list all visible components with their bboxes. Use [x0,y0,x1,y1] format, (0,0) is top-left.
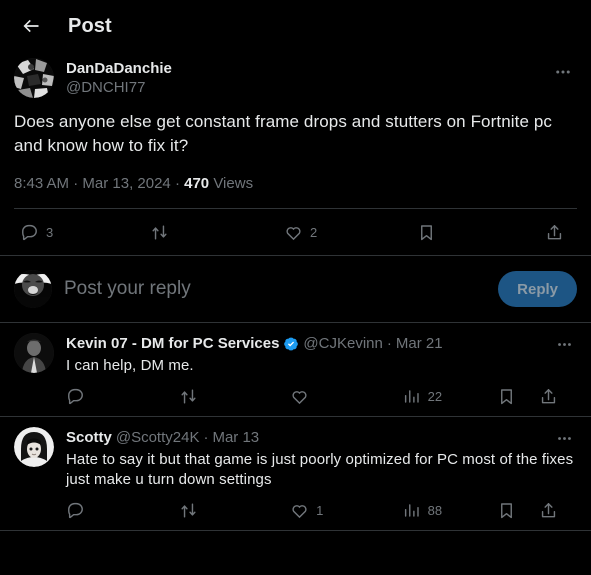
meta-separator-1: · [69,175,83,192]
avatar[interactable] [14,427,54,467]
main-post: DanDaDanchie @DNCHI77 Does anyone else g… [0,52,591,209]
reply-icon [68,388,83,404]
user-avatar-icon [14,270,52,308]
bookmark-icon [501,502,512,518]
heart-icon [292,390,307,404]
views-count: 88 [427,502,443,518]
views-bar-chart-icon [404,503,419,517]
reply-count: 3 [46,224,54,240]
heart-icon [292,504,307,518]
bookmark-action[interactable] [497,387,523,406]
reply-secondary-actions [497,501,577,520]
views-count: 470 [184,175,210,192]
post-action-bar: 3 2 [0,209,591,255]
retweet-icon [180,388,196,404]
reply-author-row: Kevin 07 - DM for PC Services @CJKevinn … [66,333,577,355]
reply-item: Kevin 07 - DM for PC Services @CJKevinn … [0,323,591,416]
more-horizontal-icon [556,70,570,74]
reply-icon [22,224,37,240]
reply-text: Hate to say it but that game is just poo… [66,451,574,488]
reply-author-avatar-icon [14,427,54,467]
reply-content: Scotty @Scotty24K · Mar 13 Hate to say i… [66,427,577,490]
author-names: DanDaDanchie @DNCHI77 [66,58,172,97]
reply-handle[interactable]: @CJKevinn [303,334,382,354]
views-action[interactable]: 22 [402,387,497,406]
reply-display-name[interactable]: Kevin 07 - DM for PC Services [66,334,279,354]
reply-display-name[interactable]: Scotty [66,428,112,448]
reply-author-avatar-icon [14,333,54,373]
reply-action-bar: 22 [14,376,577,416]
retweet-icon [180,502,196,518]
reply-author-row: Scotty @Scotty24K · Mar 13 [66,427,577,449]
divider [0,530,591,531]
post-date: Mar 13, 2024 [82,175,171,192]
page-title: Post [68,14,112,37]
reply-more-button[interactable] [551,333,577,355]
reply-icon [68,502,83,518]
heart-icon [286,226,301,240]
verified-badge-icon [284,337,299,351]
views-count: 22 [427,388,443,404]
reply-body-row: Kevin 07 - DM for PC Services @CJKevinn … [14,333,577,376]
post-author-row: DanDaDanchie @DNCHI77 [14,52,577,98]
reply-input[interactable]: Post your reply [64,278,498,300]
views-action[interactable]: 88 [402,501,497,520]
reply-item: Scotty @Scotty24K · Mar 13 Hate to say i… [0,417,591,530]
avatar[interactable] [14,58,54,98]
share-icon [541,388,556,403]
share-action[interactable] [539,387,565,406]
reply-secondary-actions [497,387,577,406]
reply-content: Kevin 07 - DM for PC Services @CJKevinn … [66,333,577,376]
reply-separator: · [386,335,392,352]
reply-date: Mar 13 [212,429,260,446]
reply-date: Mar 21 [395,335,443,352]
avatar[interactable] [14,333,54,373]
post-metadata: 8:43 AM · Mar 13, 2024 · 470 Views [14,174,577,194]
bookmark-icon [421,224,432,240]
avatar[interactable] [14,270,52,308]
post-text: Does anyone else get constant frame drop… [14,112,552,155]
views-label: Views [209,175,254,192]
bookmark-action[interactable] [404,223,537,242]
like-action[interactable]: 2 [271,223,404,242]
retweet-action[interactable] [138,223,271,242]
retweet-icon [152,224,167,240]
author-avatar-icon [14,58,54,98]
like-action[interactable]: 1 [290,501,402,520]
like-count: 2 [310,224,318,240]
back-button[interactable] [14,9,48,43]
meta-separator-2: · [170,175,185,192]
reply-separator: · [203,429,209,446]
views-bar-chart-icon [404,389,419,403]
retweet-action[interactable] [179,501,291,520]
post-time: 8:43 AM [14,175,70,192]
share-action[interactable] [545,223,585,242]
author-handle[interactable]: @DNCHI77 [66,78,172,97]
like-count: 1 [316,502,324,518]
reply-body-row: Scotty @Scotty24K · Mar 13 Hate to say i… [14,427,577,490]
post-detail-screen: Post DanDaDanchie @DNCHI77 Does anyone e… [0,0,591,575]
top-app-bar: Post [0,0,591,52]
share-icon [541,502,556,517]
share-icon [547,224,562,239]
author-display-name[interactable]: DanDaDanchie [66,59,172,78]
reply-submit-button[interactable]: Reply [498,271,577,307]
bookmark-icon [501,388,512,404]
like-action[interactable] [290,387,402,406]
bookmark-action[interactable] [497,501,523,520]
reply-action-bar: 1 88 [14,490,577,530]
post-more-button[interactable] [549,58,577,86]
more-horizontal-icon [557,436,571,440]
reply-more-button[interactable] [551,427,577,449]
reply-action[interactable]: 3 [6,223,138,242]
more-horizontal-icon [557,342,571,346]
reply-action[interactable] [66,501,179,520]
reply-handle[interactable]: @Scotty24K [116,428,200,448]
reply-action[interactable] [66,387,179,406]
retweet-action[interactable] [179,387,291,406]
arrow-left-icon [23,19,39,33]
share-action[interactable] [539,501,565,520]
reply-text: I can help, DM me. [66,357,194,374]
reply-composer: Post your reply Reply [0,256,591,322]
